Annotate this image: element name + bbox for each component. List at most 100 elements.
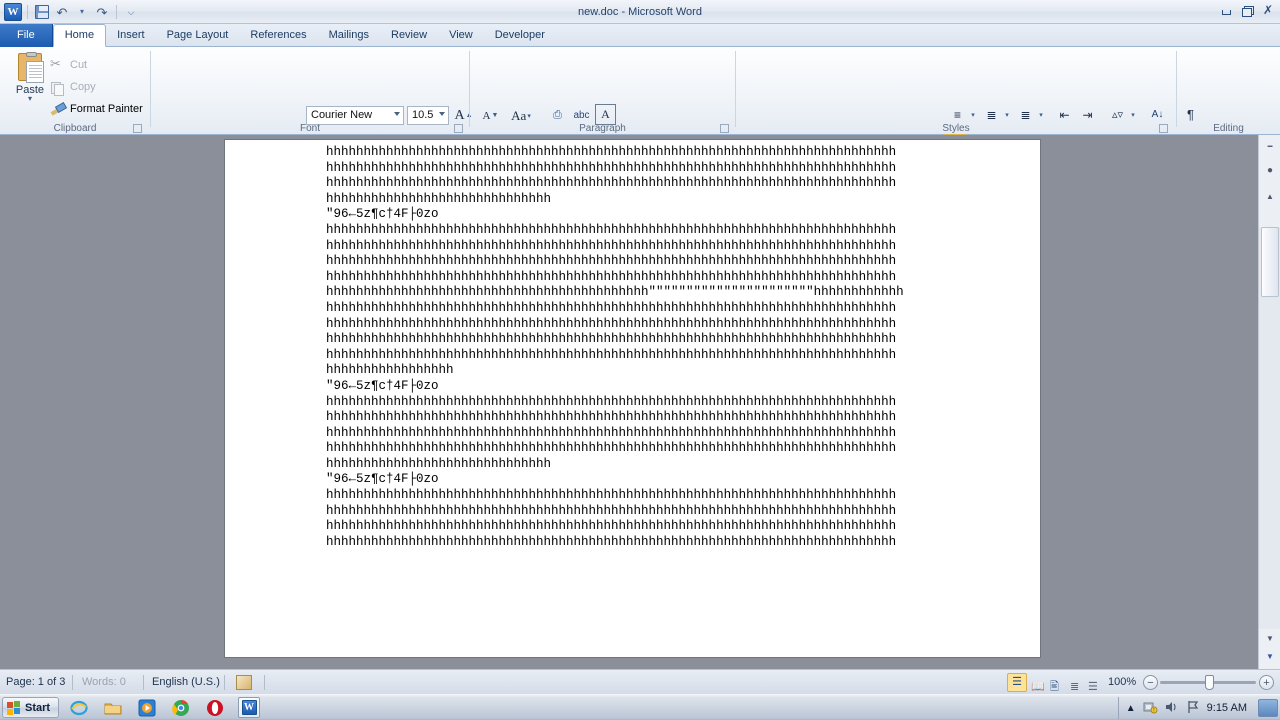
document-page[interactable]: hhhhhhhhhhhhhhhhhhhhhhhhhhhhhhhhhhhhhhhh… [225, 140, 1040, 657]
page-indicator[interactable]: Page: 1 of 3 [6, 670, 65, 695]
show-desktop-button[interactable] [1258, 699, 1278, 717]
zoom-out-button[interactable]: − [1143, 675, 1158, 690]
network-icon[interactable]: ! [1143, 700, 1158, 717]
divider [264, 675, 265, 690]
split-handle[interactable]: ━ [1259, 137, 1280, 155]
styles-dialog-launcher[interactable] [1159, 124, 1168, 133]
minus-icon: − [1147, 676, 1154, 689]
cut-label: Cut [70, 59, 88, 71]
document-line: hhhhhhhhhhhhhhhhhhhhhhhhhhhhhhhhhhhhhhhh… [326, 176, 897, 191]
document-line: hhhhhhhhhhhhhhhhhhhhhhhhhhhhhhhhhhhhhhhh… [326, 269, 897, 284]
tab-references[interactable]: References [239, 24, 317, 47]
svg-text:!: ! [1153, 708, 1154, 714]
language-indicator[interactable]: English (U.S.) [152, 670, 220, 695]
window-controls: ✗ [1218, 3, 1276, 17]
document-line: hhhhhhhhhhhhhhhhhhhhhhhhhhhhhhhhhhhhhhhh… [326, 347, 897, 362]
scrollbar-track[interactable] [1259, 227, 1280, 629]
cut-button[interactable]: Cut [50, 56, 87, 74]
close-icon: ✗ [1262, 3, 1274, 17]
action-center-icon[interactable] [1187, 700, 1200, 717]
grow-font-icon: A [454, 107, 465, 123]
tab-home[interactable]: Home [52, 24, 107, 47]
document-text[interactable]: hhhhhhhhhhhhhhhhhhhhhhhhhhhhhhhhhhhhhhhh… [326, 145, 966, 550]
word-taskbar-button[interactable]: W [238, 697, 260, 718]
clipboard-dialog-launcher[interactable] [133, 124, 142, 133]
windows-logo-icon [7, 700, 21, 715]
group-label-font: Font [299, 123, 320, 134]
tray-overflow-button[interactable]: ▲ [1126, 703, 1136, 714]
opera-icon[interactable] [206, 699, 224, 717]
file-explorer-icon[interactable] [104, 699, 122, 717]
document-line: hhhhhhhhhhhhhhhhhhhhhhhhhhhhhhhhhhhhhhhh… [326, 488, 897, 503]
document-line: hhhhhhhhhhhhhhhhhhhhhhhhhhhhhhhhhhhhhhhh… [326, 503, 897, 518]
tab-page-layout[interactable]: Page Layout [156, 24, 240, 47]
ribbon-group-font: Courier New 10.5 A▲ A▼ Aa▾ ⎙ abc [151, 47, 616, 156]
paragraph-dialog-launcher[interactable] [720, 124, 729, 133]
tab-view[interactable]: View [438, 24, 484, 47]
tab-file[interactable]: File [0, 24, 53, 47]
zoom-level-label[interactable]: 100% [1108, 670, 1136, 695]
ribbon-group-styles: AaBbCcDc ¶ Normal AaBbCcDc ¶ No Spaci...… [736, 47, 1176, 135]
scroll-up-button[interactable]: ▲ [1259, 187, 1280, 205]
word-count-indicator[interactable]: Words: 0 [82, 670, 126, 695]
ribbon: Paste ▾ Cut Copy Format Painter Clipboar… [0, 47, 1280, 157]
volume-icon[interactable] [1165, 700, 1180, 717]
restore-icon [1242, 5, 1254, 17]
format-painter-button[interactable]: Format Painter [50, 100, 143, 118]
vertical-scrollbar[interactable]: ━ ● ▲ ▼ ▼ [1258, 135, 1280, 669]
chevron-down-icon: ▼ [1266, 633, 1274, 643]
group-label-editing: Editing [1213, 123, 1244, 134]
start-button[interactable]: Start [2, 697, 60, 718]
clock[interactable]: 9:15 AM [1207, 702, 1247, 714]
tab-mailings[interactable]: Mailings [318, 24, 380, 47]
status-bar: Page: 1 of 3 Words: 0 English (U.S.) ☰ 📖… [0, 669, 1280, 694]
internet-explorer-icon[interactable] [70, 699, 88, 717]
tab-insert[interactable]: Insert [106, 24, 156, 47]
document-line: hhhhhhhhhhhhhhhhhhhhhhhhhhhhhhhhhhhhhhhh… [326, 160, 897, 175]
document-line: hhhhhhhhhhhhhhhhhhhhhhhhhhhhhhhhhhhhhhhh… [326, 222, 897, 237]
select-browse-object-button[interactable]: ● [1259, 161, 1280, 179]
chevron-down-icon: ▾ [27, 94, 32, 103]
tab-developer[interactable]: Developer [484, 24, 556, 47]
copy-button[interactable]: Copy [50, 78, 96, 96]
zoom-in-button[interactable]: + [1259, 675, 1274, 690]
document-line: hhhhhhhhhhhhhhhhhhhhhhhhhhhhhhhhhhhhhhhh… [326, 316, 897, 331]
font-dialog-launcher[interactable] [454, 124, 463, 133]
document-line: "96←5z¶c†4F├0zo [326, 207, 439, 222]
scroll-down-button[interactable]: ▼ [1259, 629, 1280, 647]
document-line: hhhhhhhhhhhhhhhhhhhhhhhhhhhhhhhhhhhhhhhh… [326, 534, 897, 549]
paste-button[interactable]: Paste ▾ [8, 51, 52, 103]
ribbon-group-editing: 🔎 Find ▾ ab Replace ➦ Select ▾ Editing [1177, 47, 1280, 135]
close-button[interactable]: ✗ [1260, 3, 1276, 17]
media-player-icon[interactable] [138, 699, 156, 717]
tab-review[interactable]: Review [380, 24, 438, 47]
document-line: hhhhhhhhhhhhhhhhh [326, 363, 454, 378]
document-line: hhhhhhhhhhhhhhhhhhhhhhhhhhhhhhhhhhhhhhhh… [326, 410, 897, 425]
browse-object-icon: ● [1266, 164, 1274, 176]
document-workspace[interactable]: hhhhhhhhhhhhhhhhhhhhhhhhhhhhhhhhhhhhhhhh… [0, 135, 1280, 669]
font-size-value: 10.5 [412, 109, 434, 121]
plus-icon: + [1263, 676, 1270, 689]
proofing-errors-icon[interactable] [236, 675, 252, 690]
start-label: Start [25, 701, 51, 714]
document-line: hhhhhhhhhhhhhhhhhhhhhhhhhhhhhhhhhhhhhhhh… [326, 519, 897, 534]
format-painter-label: Format Painter [70, 103, 143, 115]
divider [72, 675, 73, 690]
word-icon: W [241, 700, 257, 715]
chevron-down-icon [394, 112, 400, 116]
view-print-layout-button[interactable]: ☰ [1007, 673, 1027, 692]
window-title: new.doc - Microsoft Word [578, 6, 702, 18]
restore-button[interactable] [1239, 3, 1255, 17]
group-label-clipboard: Clipboard [53, 123, 97, 134]
ribbon-tab-strip: File Home Insert Page Layout References … [0, 24, 1280, 47]
next-page-button[interactable]: ▼ [1259, 647, 1280, 665]
group-label-paragraph: Paragraph [579, 123, 626, 134]
zoom-slider-knob[interactable] [1205, 675, 1214, 690]
document-line: hhhhhhhhhhhhhhhhhhhhhhhhhhhhhhhhhhhhhhhh… [326, 145, 897, 159]
minimize-button[interactable] [1218, 3, 1234, 17]
scrollbar-thumb[interactable] [1261, 227, 1279, 297]
title-bar: W ↶ ▾ ↷ ⌵ new.doc - Microsoft Word ✗ [0, 0, 1280, 24]
chrome-icon[interactable] [172, 699, 190, 717]
draft-icon: ☰ [1088, 681, 1098, 693]
document-line: hhhhhhhhhhhhhhhhhhhhhhhhhhhhhh [326, 191, 552, 206]
